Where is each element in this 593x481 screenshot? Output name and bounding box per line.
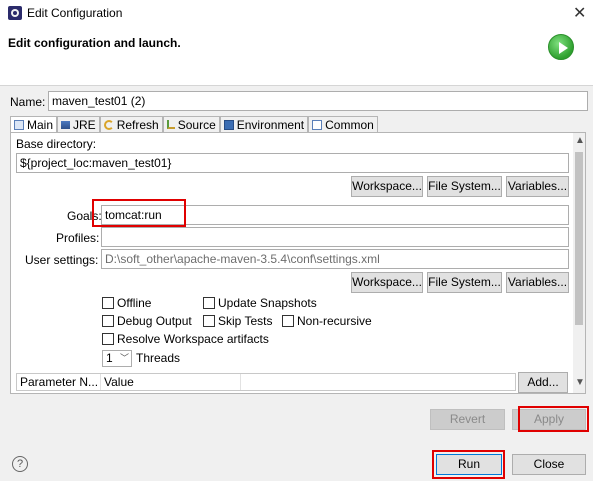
- workspace-button[interactable]: Workspace...: [351, 176, 423, 197]
- base-directory-label: Base directory:: [16, 137, 97, 151]
- close-button[interactable]: Close: [512, 454, 586, 475]
- tab-refresh[interactable]: Refresh: [99, 116, 163, 132]
- user-settings-label: User settings:: [25, 253, 99, 267]
- threads-select[interactable]: 1 ﹀: [102, 350, 132, 367]
- tab-environment[interactable]: Environment: [219, 116, 309, 132]
- refresh-icon: [103, 119, 114, 130]
- resolve-workspace-checkbox[interactable]: Resolve Workspace artifacts: [102, 332, 269, 346]
- offline-checkbox[interactable]: Offline: [102, 296, 151, 310]
- profiles-field[interactable]: [101, 227, 569, 247]
- parameter-value-column[interactable]: Value: [101, 374, 241, 390]
- skip-tests-checkbox-box[interactable]: [203, 315, 215, 327]
- jre-icon: [61, 120, 71, 129]
- eclipse-icon: [8, 6, 22, 20]
- main-tab-icon: [14, 119, 24, 130]
- edit-configuration-dialog: Edit Configuration ✕ Edit configuration …: [0, 0, 593, 481]
- goals-field[interactable]: tomcat:run: [101, 205, 569, 225]
- apply-button[interactable]: Apply: [512, 409, 586, 430]
- name-field[interactable]: maven_test01 (2): [48, 91, 588, 111]
- window-title: Edit Configuration: [27, 6, 123, 20]
- resolve-workspace-checkbox-box[interactable]: [102, 333, 114, 345]
- banner-title: Edit configuration and launch.: [8, 36, 181, 50]
- settings-file-system-button[interactable]: File System...: [427, 272, 502, 293]
- parameter-name-column[interactable]: Parameter N...: [17, 374, 101, 390]
- user-settings-field[interactable]: D:\soft_other\apache-maven-3.5.4\conf\se…: [101, 249, 569, 269]
- tab-source[interactable]: Source: [162, 116, 220, 132]
- skip-tests-checkbox[interactable]: Skip Tests: [203, 314, 272, 328]
- parameters-table-header: Parameter N... Value: [16, 373, 516, 391]
- common-icon: [312, 119, 323, 130]
- tab-common[interactable]: Common: [308, 116, 378, 132]
- run-button[interactable]: Run: [436, 454, 502, 475]
- chevron-down-icon: ﹀: [120, 353, 130, 363]
- settings-variables-button[interactable]: Variables...: [506, 272, 569, 293]
- offline-checkbox-box[interactable]: [102, 297, 114, 309]
- dialog-banner: Edit configuration and launch.: [0, 26, 593, 86]
- parameter-extra-column: [241, 374, 515, 390]
- scroll-down-icon[interactable]: ▼: [575, 377, 585, 388]
- base-directory-field[interactable]: ${project_loc:maven_test01}: [16, 153, 569, 173]
- name-label: Name:: [10, 95, 46, 109]
- update-snapshots-checkbox[interactable]: Update Snapshots: [203, 296, 317, 310]
- config-tabs: Main JRE Refresh Source Environment Comm…: [10, 116, 378, 132]
- environment-icon: [223, 119, 234, 130]
- non-recursive-checkbox-box[interactable]: [282, 315, 294, 327]
- revert-button[interactable]: Revert: [430, 409, 505, 430]
- file-system-button[interactable]: File System...: [427, 176, 502, 197]
- close-icon[interactable]: ✕: [573, 3, 586, 23]
- scroll-thumb[interactable]: [575, 152, 583, 325]
- non-recursive-checkbox[interactable]: Non-recursive: [282, 314, 372, 328]
- threads-label: Threads: [136, 351, 181, 365]
- run-launch-icon: [548, 34, 574, 60]
- debug-output-checkbox[interactable]: Debug Output: [102, 314, 192, 328]
- tab-jre[interactable]: JRE: [57, 116, 100, 132]
- settings-workspace-button[interactable]: Workspace...: [351, 272, 423, 293]
- source-icon: [166, 120, 175, 129]
- help-icon[interactable]: ?: [12, 456, 28, 472]
- tab-main[interactable]: Main: [10, 116, 58, 132]
- title-bar: Edit Configuration ✕: [0, 0, 593, 26]
- goals-label: Goals:: [67, 209, 102, 223]
- variables-button[interactable]: Variables...: [506, 176, 569, 197]
- scroll-up-icon[interactable]: ▲: [575, 135, 585, 146]
- add-parameter-button[interactable]: Add...: [518, 372, 568, 393]
- debug-output-checkbox-box[interactable]: [102, 315, 114, 327]
- profiles-label: Profiles:: [56, 231, 100, 245]
- update-snapshots-checkbox-box[interactable]: [203, 297, 215, 309]
